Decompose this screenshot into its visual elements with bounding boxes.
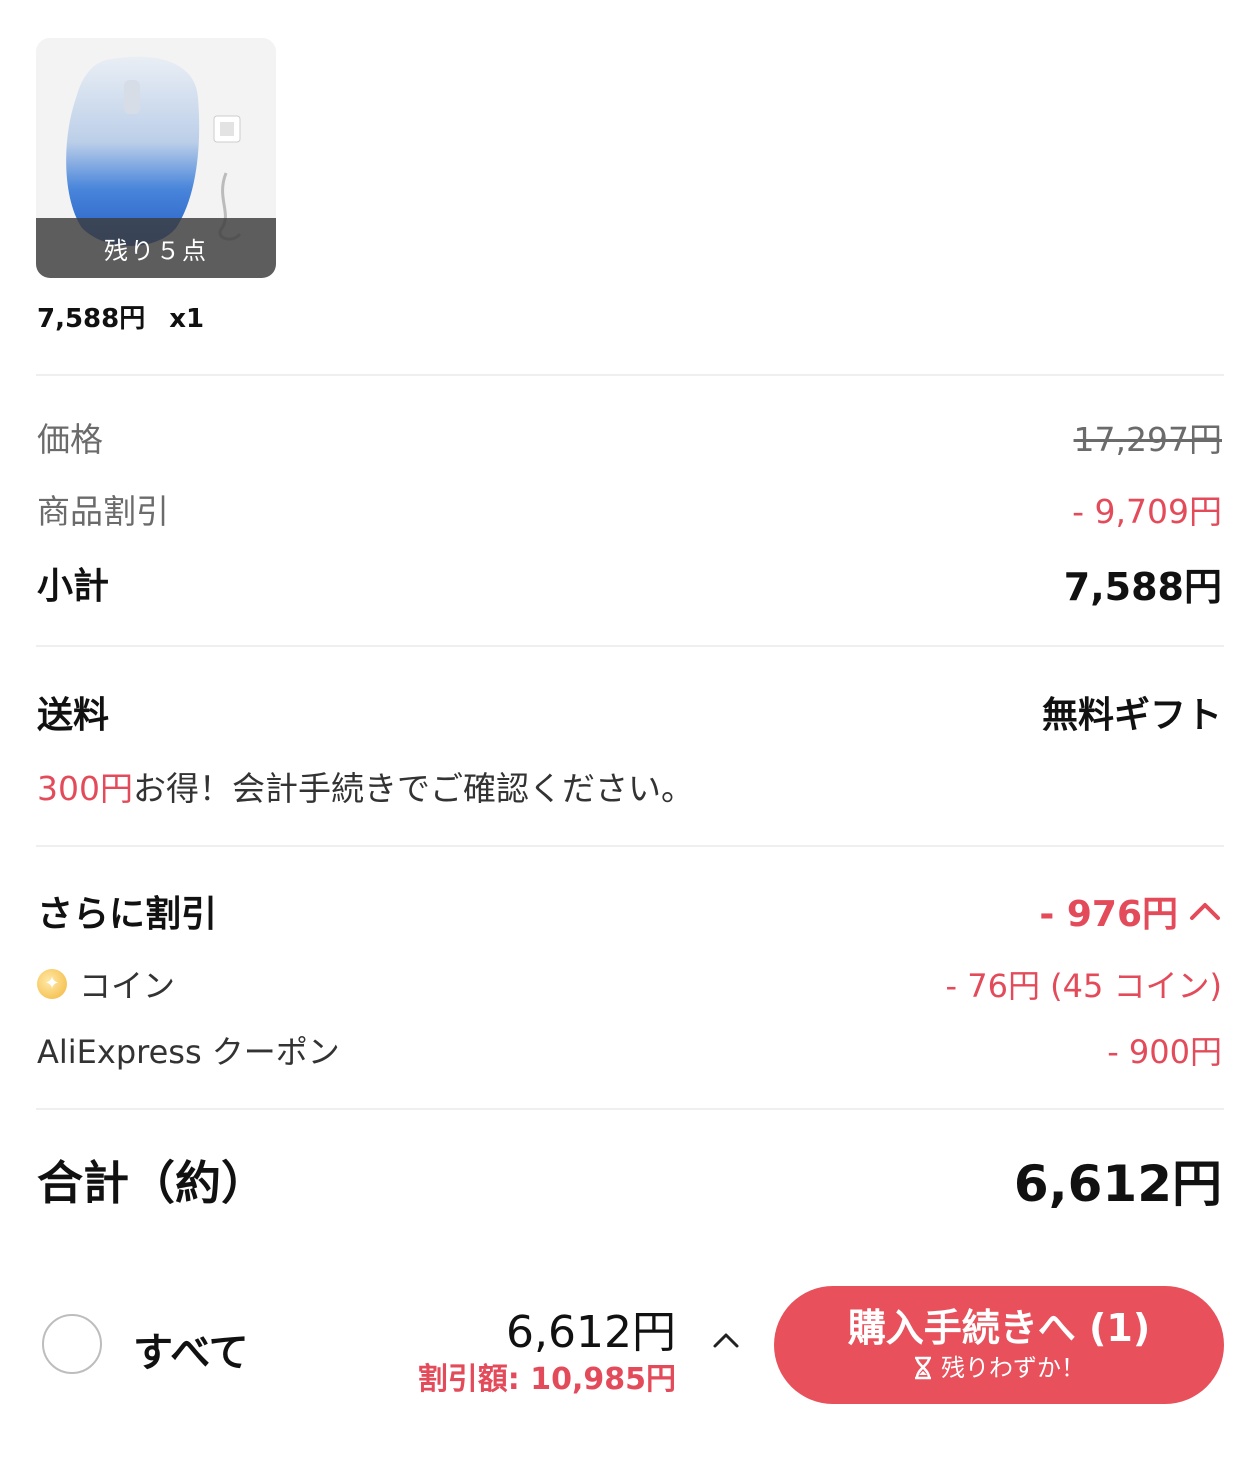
coin-label: コイン xyxy=(79,967,176,1005)
quantity: x1 xyxy=(169,304,205,334)
shipping-row: 送料 無料ギフト xyxy=(37,686,1222,738)
coupon-value: - 900円 xyxy=(1107,1033,1222,1071)
divider xyxy=(36,1108,1224,1110)
hourglass-icon xyxy=(915,1356,931,1380)
price-label: 価格 xyxy=(37,420,103,459)
shipping-value: 無料ギフト xyxy=(1041,695,1222,736)
subtotal-label: 小計 xyxy=(37,566,110,607)
total-label: 合計（約） xyxy=(37,1156,267,1210)
coin-label-group: ✦ コイン xyxy=(37,961,175,1007)
checkout-sub: 残りわずか！ xyxy=(913,1351,1085,1385)
extra-discount-value-group[interactable]: - 976円 xyxy=(1039,885,1222,937)
subtotal-row: 小計 7,588円 xyxy=(37,556,1222,610)
subtotal-value: 7,588円 xyxy=(1063,564,1222,609)
product-discount-value: - 9,709円 xyxy=(1072,492,1222,531)
unit-price: 7,588円 xyxy=(37,304,146,334)
price-row: 価格 17,297円 xyxy=(37,414,1222,460)
chevron-up-icon[interactable] xyxy=(712,1330,740,1350)
shipping-savings: 300円 xyxy=(37,769,133,808)
product-discount-row: 商品割引 - 9,709円 xyxy=(37,486,1222,532)
shipping-note-text: お得！会計手続きでご確認ください。 xyxy=(133,769,694,808)
divider xyxy=(36,645,1224,647)
coin-row: ✦ コイン - 76円 (45 コイン) xyxy=(37,962,1222,1006)
product-discount-label: 商品割引 xyxy=(37,492,169,531)
product-image[interactable]: 残り５点 xyxy=(36,38,276,278)
coin-icon: ✦ xyxy=(37,969,67,999)
select-all-radio[interactable] xyxy=(42,1314,102,1374)
extra-discount-value: - 976円 xyxy=(1039,894,1178,935)
stock-badge: 残り５点 xyxy=(36,218,276,278)
checkout-label: 購入手続きへ (1) xyxy=(847,1306,1151,1350)
divider xyxy=(36,374,1224,376)
shipping-note: 300円お得！会計手続きでご確認ください。 xyxy=(37,762,694,810)
bar-discount: 割引額: 10,985円 xyxy=(417,1362,676,1397)
product-price-qty: 7,588円 x1 xyxy=(37,298,204,335)
checkout-button[interactable]: 購入手続きへ (1) 残りわずか！ xyxy=(774,1286,1224,1404)
checkout-bar: すべて 6,612円 割引額: 10,985円 購入手続きへ (1) 残りわずか… xyxy=(0,1280,1260,1410)
bar-total: 6,612円 xyxy=(506,1307,676,1358)
extra-discount-row[interactable]: さらに割引 - 976円 xyxy=(37,884,1222,938)
coupon-row: AliExpress クーポン - 900円 xyxy=(37,1028,1222,1072)
total-value: 6,612円 xyxy=(1013,1155,1222,1213)
divider xyxy=(36,845,1224,847)
checkout-sub-text: 残りわずか！ xyxy=(941,1354,1085,1382)
shipping-label: 送料 xyxy=(37,695,110,736)
total-row: 合計（約） 6,612円 xyxy=(37,1148,1222,1213)
extra-discount-label: さらに割引 xyxy=(37,894,218,935)
coupon-label: AliExpress クーポン xyxy=(37,1033,340,1071)
original-price: 17,297円 xyxy=(1073,420,1222,459)
coin-value: - 76円 (45 コイン) xyxy=(945,967,1222,1005)
select-all-label[interactable]: すべて xyxy=(133,1320,249,1378)
chevron-up-icon[interactable] xyxy=(1188,900,1222,922)
